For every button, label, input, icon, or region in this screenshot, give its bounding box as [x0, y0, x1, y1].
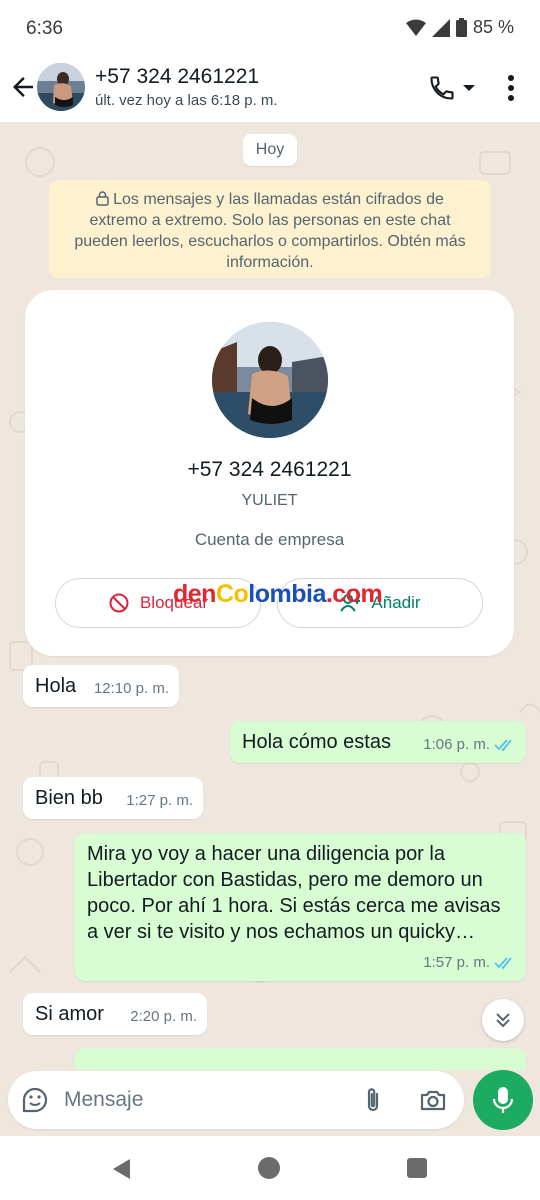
message-bubble-incoming[interactable]: Si amor 2:20 p. m.	[23, 993, 207, 1035]
message-meta: 2:20 p. m.	[130, 1004, 197, 1030]
status-icons: 85 %	[405, 17, 514, 38]
message-meta: 1:06 p. m.	[423, 732, 516, 758]
watermark-logo: denColombia.com	[173, 580, 383, 608]
nav-home-icon[interactable]	[258, 1157, 280, 1179]
more-vert-icon[interactable]	[498, 70, 524, 106]
message-input-container	[8, 1071, 464, 1129]
encryption-notice[interactable]: Los mensajes y las llamadas están cifrad…	[49, 180, 491, 278]
signal-icon	[431, 18, 450, 37]
block-icon	[109, 593, 129, 613]
system-nav-bar	[0, 1136, 540, 1200]
message-meta: 1:27 p. m.	[126, 788, 193, 814]
chat-header: +57 324 2461221 últ. vez hoy a las 6:18 …	[0, 56, 540, 122]
scroll-to-bottom-button[interactable]	[482, 999, 524, 1041]
camera-icon[interactable]	[418, 1085, 448, 1115]
call-button[interactable]	[428, 72, 488, 104]
contact-name[interactable]: +57 324 2461221	[95, 65, 259, 89]
double-check-icon	[494, 739, 512, 752]
contact-card-username: YULIET	[241, 492, 298, 509]
message-time: 12:10 p. m.	[93, 680, 169, 697]
double-check-icon	[494, 957, 512, 970]
mic-button[interactable]	[473, 1070, 533, 1130]
avatar[interactable]	[37, 63, 85, 111]
paperclip-icon[interactable]	[358, 1085, 388, 1115]
message-text: Si amor	[35, 1003, 104, 1025]
encryption-text: Los mensajes y las llamadas están cifrad…	[74, 191, 466, 271]
business-account-label[interactable]: Cuenta de empresa	[25, 530, 514, 550]
chat-area[interactable]: Hoy Los mensajes y las llamadas están ci…	[0, 122, 540, 1070]
contact-card-phone: +57 324 2461221	[187, 458, 352, 481]
date-chip: Hoy	[243, 134, 297, 166]
contact-card-avatar[interactable]	[212, 322, 328, 438]
message-text: Hola cómo estas	[242, 731, 391, 753]
mic-icon	[492, 1087, 514, 1113]
sticker-icon[interactable]	[20, 1085, 50, 1115]
message-bubble-outgoing-partial[interactable]	[75, 1048, 526, 1070]
message-time: 1:27 p. m.	[126, 792, 193, 809]
last-seen: últ. vez hoy a las 6:18 p. m.	[95, 92, 278, 109]
compose-bar	[0, 1070, 540, 1136]
wifi-icon	[405, 19, 426, 36]
battery-level: 85 %	[472, 17, 514, 37]
lock-icon	[96, 191, 109, 206]
message-bubble-incoming[interactable]: Bien bb 1:27 p. m.	[23, 777, 203, 819]
chevron-double-down-icon	[496, 1013, 510, 1028]
dropdown-icon[interactable]	[462, 83, 476, 93]
message-meta: 12:10 p. m.	[94, 676, 169, 702]
message-bubble-outgoing[interactable]: Hola cómo estas 1:06 p. m.	[230, 721, 526, 763]
message-text: Mira yo voy a hacer una diligencia por l…	[87, 843, 501, 943]
status-time: 6:36	[26, 18, 63, 39]
message-meta: 1:57 p. m.	[423, 950, 516, 976]
message-text: Bien bb	[35, 787, 103, 809]
message-input[interactable]	[64, 1084, 344, 1116]
phone-icon[interactable]	[428, 74, 456, 102]
status-bar: 6:36 85 %	[0, 0, 540, 56]
nav-back-icon[interactable]	[110, 1157, 134, 1181]
contact-card: +57 324 2461221 YULIET Cuenta de empresa…	[25, 290, 514, 656]
message-text: Hola	[35, 675, 77, 697]
battery-icon	[455, 18, 467, 37]
message-time: 1:57 p. m.	[423, 954, 490, 971]
message-time: 1:06 p. m.	[423, 736, 490, 753]
message-bubble-incoming[interactable]: Hola 12:10 p. m.	[23, 665, 179, 707]
message-bubble-outgoing[interactable]: Mira yo voy a hacer una diligencia por l…	[75, 833, 526, 981]
nav-recents-icon[interactable]	[407, 1158, 427, 1178]
back-arrow-icon[interactable]	[8, 72, 38, 102]
message-time: 2:20 p. m.	[130, 1008, 197, 1025]
